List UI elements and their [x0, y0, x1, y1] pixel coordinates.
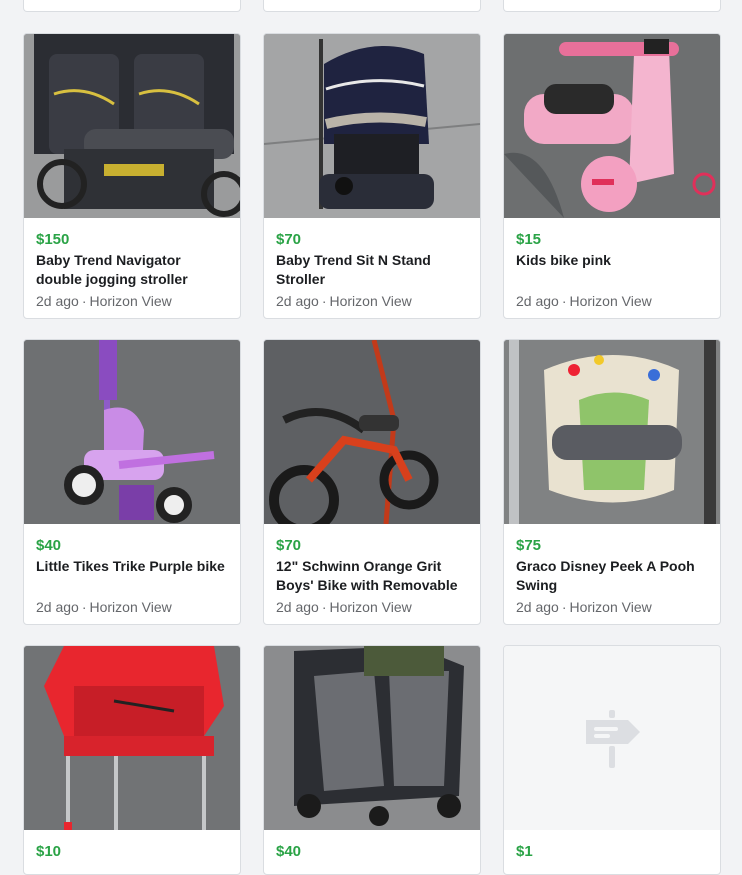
listing-title: Kids bike pink [516, 252, 611, 268]
listing-card-partial[interactable] [263, 0, 481, 12]
meta-separator: · [321, 293, 327, 309]
listing-photo[interactable] [24, 34, 240, 218]
meta-separator: · [81, 293, 87, 309]
listing-card-partial[interactable] [23, 0, 241, 12]
listing-age: 2d ago [276, 599, 319, 615]
listing-meta: 2d ago · Horizon View [516, 598, 708, 617]
listing-card[interactable]: $40 Little Tikes Trike Purple bike 2d ag… [23, 339, 241, 625]
listing-meta: 2d ago · Horizon View [36, 292, 228, 311]
listing-location: Horizon View [89, 599, 172, 615]
listing-price: $10 [36, 843, 62, 860]
listing-card[interactable]: $70 12" Schwinn Orange Grit Boys' Bike w… [263, 339, 481, 625]
listing-location: Horizon View [329, 599, 412, 615]
listing-photo[interactable] [24, 646, 240, 830]
listing-age: 2d ago [36, 599, 79, 615]
listing-meta: 2d ago · Horizon View [516, 292, 708, 311]
listing-title: Graco Disney Peek A Pooh Swing [516, 558, 695, 593]
listing-meta: 2d ago · Horizon View [36, 598, 228, 617]
listing-photo-placeholder[interactable] [504, 646, 720, 830]
listing-photo[interactable] [264, 646, 480, 830]
signpost-placeholder-icon [586, 710, 640, 768]
listing-title: Baby Trend Navigator double jogging stro… [36, 252, 188, 287]
listing-photo[interactable] [24, 340, 240, 524]
listing-card-partial[interactable] [503, 0, 721, 12]
listing-card[interactable]: $70 Baby Trend Sit N Stand Stroller 2d a… [263, 33, 481, 319]
listing-card[interactable]: $15 Kids bike pink 2d ago · Horizon View [503, 33, 721, 319]
listing-location: Horizon View [329, 293, 412, 309]
meta-separator: · [561, 599, 567, 615]
listing-title: Little Tikes Trike Purple bike [36, 558, 225, 574]
listing-price: $70 [276, 231, 302, 248]
listing-location: Horizon View [569, 293, 652, 309]
listing-age: 2d ago [516, 293, 559, 309]
listing-meta: 2d ago · Horizon View [276, 292, 468, 311]
listing-age: 2d ago [36, 293, 79, 309]
listing-card[interactable]: $10 [23, 645, 241, 875]
listing-photo[interactable] [264, 340, 480, 524]
listing-price: $75 [516, 537, 542, 554]
listing-price: $15 [516, 231, 542, 248]
listing-photo[interactable] [504, 34, 720, 218]
listing-photo[interactable] [264, 34, 480, 218]
meta-separator: · [321, 599, 327, 615]
listing-card[interactable]: $40 [263, 645, 481, 875]
meta-separator: · [81, 599, 87, 615]
listing-price: $40 [276, 843, 302, 860]
listing-location: Horizon View [89, 293, 172, 309]
listing-age: 2d ago [276, 293, 319, 309]
meta-separator: · [561, 293, 567, 309]
listing-price: $40 [36, 537, 62, 554]
listing-meta: 2d ago · Horizon View [276, 598, 468, 617]
listing-card[interactable]: $1 [503, 645, 721, 875]
listing-card[interactable]: $150 Baby Trend Navigator double jogging… [23, 33, 241, 319]
listing-title: Baby Trend Sit N Stand Stroller [276, 252, 431, 287]
listing-age: 2d ago [516, 599, 559, 615]
listing-price: $70 [276, 537, 302, 554]
listing-card[interactable]: $75 Graco Disney Peek A Pooh Swing 2d ag… [503, 339, 721, 625]
listing-price: $1 [516, 843, 533, 860]
listing-photo[interactable] [504, 340, 720, 524]
listing-title: 12" Schwinn Orange Grit Boys' Bike with … [276, 558, 458, 593]
listing-price: $150 [36, 231, 70, 248]
listing-location: Horizon View [569, 599, 652, 615]
